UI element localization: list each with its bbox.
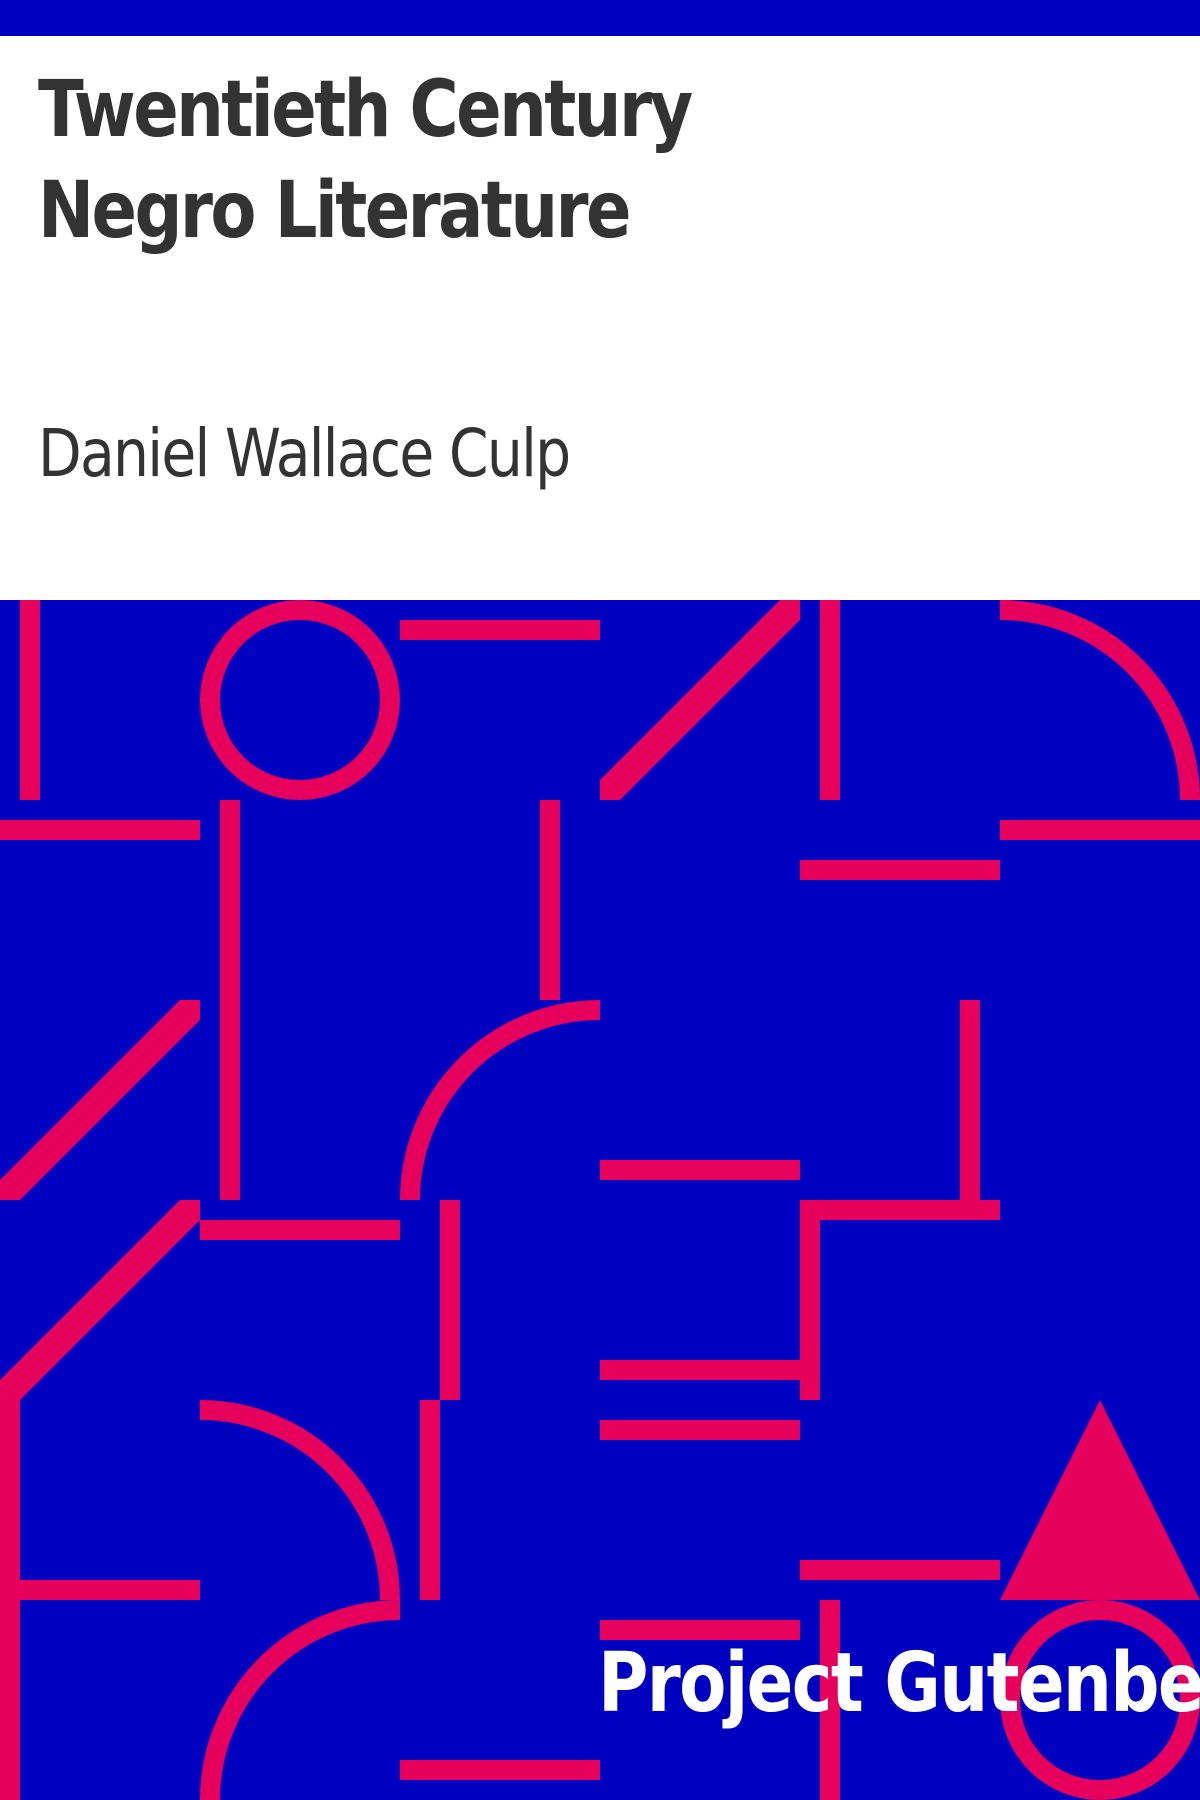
pattern-bar [800,1560,1000,1580]
pattern-bar [1000,820,1200,840]
pattern-arc [999,600,1200,801]
pattern-bar [800,860,1000,880]
pattern-bar [0,1580,200,1600]
pattern-bar [400,1760,600,1780]
pattern-bar [200,1220,400,1240]
publisher-name: Project Gutenberg [598,1636,1200,1731]
pattern-bar [20,600,40,800]
pattern-bar [0,820,200,840]
pattern-diagonal [0,1000,200,1200]
pattern-bar [800,1200,820,1400]
pattern-bar [960,1000,980,1200]
pattern-bar [600,1360,800,1380]
pattern-arc [199,1400,400,1601]
pattern-bar [440,1200,460,1400]
pattern-bar [800,1200,1000,1220]
pattern-arc [400,1000,601,1201]
book-cover: Twentieth Century Negro Literature Danie… [0,0,1200,1800]
pattern-bar [420,1400,440,1600]
pattern-rectangles [0,600,1200,1800]
decorative-pattern [0,600,1200,1800]
pattern-ring [200,600,400,800]
pattern-bar [540,800,560,1000]
pattern-bar [400,620,600,640]
pattern-bar [220,800,240,1200]
pattern-diagonal [0,1200,200,1400]
pattern-bar [600,1420,800,1440]
pattern-triangle [1000,1400,1200,1600]
pattern-diagonal [600,600,800,800]
pattern-bar [600,1160,800,1180]
pattern-bar [820,600,840,800]
pattern-arc [200,1600,401,1800]
